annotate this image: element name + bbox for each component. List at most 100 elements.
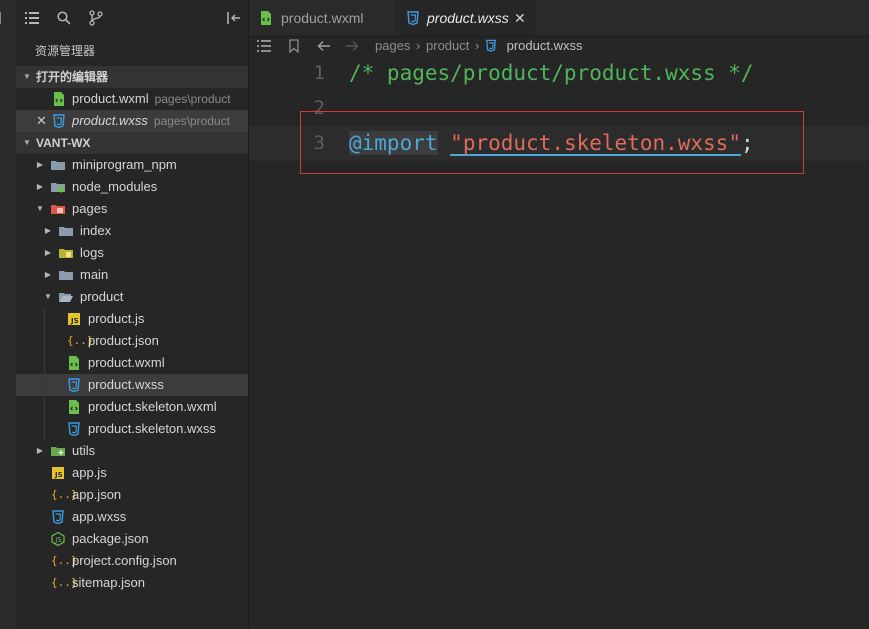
open-editors-header[interactable]: ▼ 打开的编辑器 — [16, 66, 248, 88]
chevron-right-icon: ▶ — [44, 226, 52, 235]
tab-bar: product.wxml product.wxss ✕ — [249, 0, 869, 37]
tree-item-file[interactable]: JS package.json — [16, 528, 248, 550]
json-file-icon: {..} — [67, 334, 94, 347]
strip-marker — [0, 12, 4, 24]
tree-item-file[interactable]: product.skeleton.wxml — [16, 396, 248, 418]
close-icon[interactable]: ✕ — [514, 0, 526, 37]
highlight-box — [300, 111, 804, 174]
tree-item-label: product — [80, 289, 124, 304]
tree-item-label: miniprogram_npm — [72, 157, 177, 172]
indent-guide — [44, 308, 45, 330]
wxss-file-icon — [67, 422, 81, 436]
tree-item-file[interactable]: {..} project.config.json — [16, 550, 248, 572]
chevron-right-icon: ▶ — [44, 270, 52, 279]
tree-item-folder[interactable]: ▶ utils — [16, 440, 248, 462]
wxss-file-icon — [51, 510, 65, 524]
tree-item-file[interactable]: {..} sitemap.json — [16, 572, 248, 594]
tree-item-file[interactable]: {..} product.json — [16, 330, 248, 352]
tree-item-label: utils — [72, 443, 96, 458]
back-arrow-icon[interactable] — [317, 40, 331, 55]
tree-item-folder[interactable]: ▶ node_modules — [16, 176, 248, 198]
chevron-right-icon: ▶ — [36, 160, 44, 169]
open-folder-icon — [59, 290, 73, 304]
js-file-icon: JS — [51, 466, 65, 480]
npm-package-icon: JS — [51, 532, 65, 546]
tab-label: product.wxss — [427, 10, 509, 26]
tree-item-folder[interactable]: ▶ index — [16, 220, 248, 242]
explorer-title: 资源管理器 — [35, 44, 96, 58]
tree-item-label: product.wxml — [88, 355, 165, 370]
code-comment: /* pages/product/product.wxss */ — [349, 61, 754, 85]
search-icon[interactable] — [56, 10, 72, 26]
tree-item-label: pages — [72, 201, 108, 216]
tree-item-label: sitemap.json — [72, 575, 145, 590]
tree-item-folder[interactable]: ▶ logs — [16, 242, 248, 264]
open-editor-item-wxml[interactable]: product.wxml pages\product — [16, 88, 248, 110]
tree-item-file[interactable]: {..} app.json — [16, 484, 248, 506]
activity-strip — [0, 0, 17, 629]
js-file-icon: JS — [67, 312, 81, 326]
json-file-icon: {..} — [51, 576, 78, 589]
tree-item-label: app.js — [72, 465, 107, 480]
open-editor-item-wxss[interactable]: ✕ product.wxss pages\product — [16, 110, 248, 132]
chevron-down-icon: ▼ — [23, 138, 31, 147]
tree-item-folder-open[interactable]: ▼ product — [16, 286, 248, 308]
tree-item-file[interactable]: app.wxss — [16, 506, 248, 528]
tree-item-folder-open[interactable]: ▼ pages — [16, 198, 248, 220]
chevron-right-icon: › — [416, 38, 421, 53]
json-file-icon: {..} — [51, 554, 78, 567]
open-editor-path: pages\product — [154, 92, 231, 106]
tree-item-label: app.json — [72, 487, 122, 502]
chevron-down-icon: ▼ — [23, 72, 31, 81]
collapse-panel-icon[interactable] — [226, 10, 242, 26]
list-icon[interactable] — [24, 10, 40, 26]
tab-label: product.wxml — [281, 10, 364, 26]
breadcrumb: pages › product › product.wxss — [375, 38, 582, 55]
forward-arrow-icon[interactable] — [345, 40, 359, 55]
bookmark-icon[interactable] — [289, 39, 299, 56]
project-header[interactable]: ▼ VANT-WX — [16, 132, 248, 154]
indent-guide — [44, 352, 45, 374]
tree-item-label: package.json — [72, 531, 149, 546]
svg-text:JS: JS — [70, 317, 79, 325]
tree-item-label: app.wxss — [72, 509, 127, 524]
breadcrumb-item[interactable]: product.wxss — [507, 38, 583, 53]
project-label: VANT-WX — [36, 136, 91, 150]
tree-item-file[interactable]: product.wxml — [16, 352, 248, 374]
node-modules-folder-icon — [51, 180, 65, 194]
tree-item-folder[interactable]: ▶ miniprogram_npm — [16, 154, 248, 176]
code-line[interactable]: 1 /* pages/product/product.wxss */ — [249, 56, 869, 91]
source-control-icon[interactable] — [88, 10, 104, 26]
wxml-file-icon — [67, 400, 81, 414]
tree-item-label: product.json — [88, 333, 159, 348]
line-number: 1 — [313, 62, 325, 84]
tab-product-wxss[interactable]: product.wxss ✕ — [395, 0, 535, 36]
breadcrumb-item[interactable]: product — [426, 38, 469, 53]
folder-icon — [59, 224, 73, 238]
tree-item-file[interactable]: product.skeleton.wxss — [16, 418, 248, 440]
breadcrumb-item[interactable]: pages — [375, 38, 410, 53]
tree-item-folder[interactable]: ▶ main — [16, 264, 248, 286]
wxml-file-icon — [52, 92, 66, 106]
tree-item-file[interactable]: JS app.js — [16, 462, 248, 484]
tab-product-wxml[interactable]: product.wxml — [249, 0, 395, 36]
file-tree: ▶ miniprogram_npm ▶ node_modules ▼ pages… — [16, 154, 248, 594]
folder-icon — [51, 158, 65, 172]
logs-folder-icon — [59, 246, 73, 260]
sidebar-toolbar — [16, 0, 248, 36]
close-icon[interactable]: ✕ — [36, 110, 47, 132]
tree-item-label: main — [80, 267, 109, 282]
wxss-file-icon — [67, 378, 81, 392]
tree-item-label: project.config.json — [72, 553, 177, 568]
wxml-file-icon — [259, 11, 273, 25]
indent-guide — [44, 330, 45, 352]
tree-item-label: index — [80, 223, 112, 238]
list-view-icon[interactable] — [257, 40, 271, 55]
chevron-right-icon: ▶ — [36, 446, 44, 455]
tree-item-label: product.skeleton.wxss — [88, 421, 216, 436]
svg-text:JS: JS — [54, 471, 63, 479]
pages-folder-icon — [51, 202, 65, 216]
editor-area: product.wxml product.wxss ✕ pages › prod… — [249, 0, 869, 629]
tree-item-file[interactable]: JS product.js — [16, 308, 248, 330]
tree-item-file-selected[interactable]: product.wxss — [16, 374, 248, 396]
